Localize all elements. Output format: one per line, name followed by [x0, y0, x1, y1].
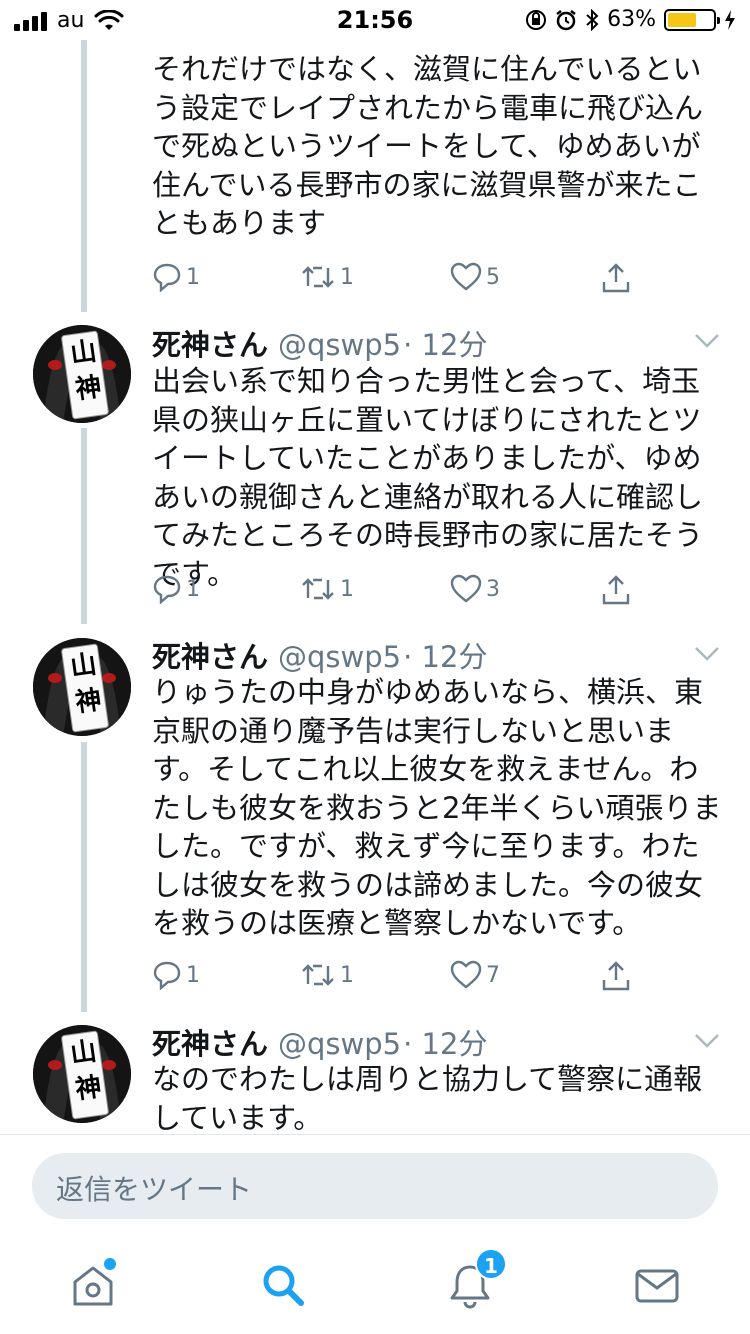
share-button[interactable] — [600, 574, 632, 606]
author-name[interactable]: 死神さん — [152, 634, 268, 676]
retweet-count: 1 — [340, 962, 354, 988]
tab-notifications[interactable]: 1 — [445, 1248, 507, 1310]
battery-level — [668, 12, 696, 27]
retweet-icon — [302, 266, 334, 288]
avatar[interactable]: 山 神 — [33, 638, 131, 736]
like-count: 3 — [486, 576, 500, 602]
tweet-actions: 1 1 5 — [152, 262, 652, 298]
reply-icon — [153, 575, 181, 604]
share-button[interactable] — [600, 960, 632, 992]
mail-icon — [635, 1269, 679, 1303]
divider — [0, 1134, 750, 1135]
status-bar: au 21:56 63% — [0, 0, 750, 40]
like-button[interactable]: 3 — [450, 574, 500, 604]
share-icon — [602, 961, 630, 991]
author-name[interactable]: 死神さん — [152, 1021, 268, 1063]
charging-icon — [725, 9, 735, 30]
reply-count: 1 — [186, 264, 200, 290]
like-count: 5 — [486, 264, 500, 290]
tweet-time: · 12分 — [403, 1027, 488, 1061]
author-handle[interactable]: @qswp5 — [278, 1027, 401, 1061]
tab-search[interactable] — [258, 1260, 308, 1310]
tweet-text: りゅうたの中身がゆめあいなら、横浜、東京駅の通り魔予告は実行しないと思います。そ… — [152, 675, 722, 940]
retweet-icon — [302, 578, 334, 600]
like-button[interactable]: 5 — [450, 262, 500, 292]
heart-icon — [450, 574, 482, 603]
chevron-down-icon[interactable] — [694, 646, 720, 662]
tab-messages[interactable] — [632, 1260, 682, 1310]
battery-percent: 63% — [607, 7, 656, 32]
thread-line — [81, 428, 87, 624]
status-right: 63% — [525, 7, 736, 32]
like-button[interactable]: 7 — [450, 960, 500, 990]
share-icon — [602, 575, 630, 605]
reply-icon — [153, 263, 181, 292]
reply-count: 1 — [186, 962, 200, 988]
alarm-icon — [556, 9, 576, 30]
retweet-button[interactable]: 1 — [300, 960, 354, 990]
tweet-text: 出会い系で知り合った男性と会って、埼玉県の狭山ヶ丘に置いてけぼりにされたとツイー… — [152, 364, 704, 591]
avatar[interactable]: 山 神 — [33, 325, 131, 423]
tweet-text: なのでわたしは周りと協力して警察に通報しています。 — [152, 1062, 703, 1134]
reply-count: 1 — [186, 576, 200, 602]
reply-button[interactable]: 1 — [152, 960, 200, 990]
battery-icon — [664, 8, 720, 31]
orientation-lock-icon — [526, 9, 547, 30]
author-handle[interactable]: @qswp5 — [278, 640, 401, 674]
reply-button[interactable]: 1 — [152, 262, 200, 292]
tweet-time: · 12分 — [403, 328, 488, 362]
author-name[interactable]: 死神さん — [152, 322, 268, 364]
avatar[interactable]: 山 神 — [33, 1025, 131, 1123]
retweet-button[interactable]: 1 — [300, 262, 354, 292]
tab-home[interactable] — [68, 1258, 118, 1310]
tweet-actions: 1 1 7 — [152, 960, 652, 996]
tweet-header: 死神さん @qswp5 · 12分 — [152, 322, 487, 364]
share-button[interactable] — [600, 262, 632, 294]
home-badge-dot — [104, 1258, 116, 1270]
chevron-down-icon[interactable] — [694, 333, 720, 349]
tweet-time: · 12分 — [403, 640, 488, 674]
thread-line — [81, 40, 87, 312]
tweet-actions: 1 1 3 — [152, 574, 652, 610]
retweet-button[interactable]: 1 — [300, 574, 354, 604]
heart-icon — [450, 960, 482, 989]
tweet-header: 死神さん @qswp5 · 12分 — [152, 1021, 487, 1063]
search-icon — [263, 1265, 304, 1306]
retweet-count: 1 — [340, 264, 354, 290]
share-icon — [602, 263, 630, 293]
notification-badge: 1 — [475, 1248, 507, 1280]
author-handle[interactable]: @qswp5 — [278, 328, 401, 362]
retweet-icon — [302, 964, 334, 986]
bluetooth-icon — [586, 8, 599, 31]
thread-line — [81, 742, 87, 1012]
tab-bar: 1 — [0, 1240, 750, 1334]
tweet-header: 死神さん @qswp5 · 12分 — [152, 634, 487, 676]
reply-placeholder: 返信をツイート — [56, 1173, 253, 1206]
tweet-text: それだけではなく、滋賀に住んでいるという設定でレイプされたから電車に飛び込んで死… — [152, 52, 704, 240]
reply-input[interactable]: 返信をツイート — [32, 1153, 718, 1219]
retweet-count: 1 — [340, 576, 354, 602]
heart-icon — [450, 262, 482, 291]
like-count: 7 — [486, 962, 500, 988]
chevron-down-icon[interactable] — [694, 1033, 720, 1049]
reply-icon — [153, 961, 181, 990]
reply-button[interactable]: 1 — [152, 574, 200, 604]
